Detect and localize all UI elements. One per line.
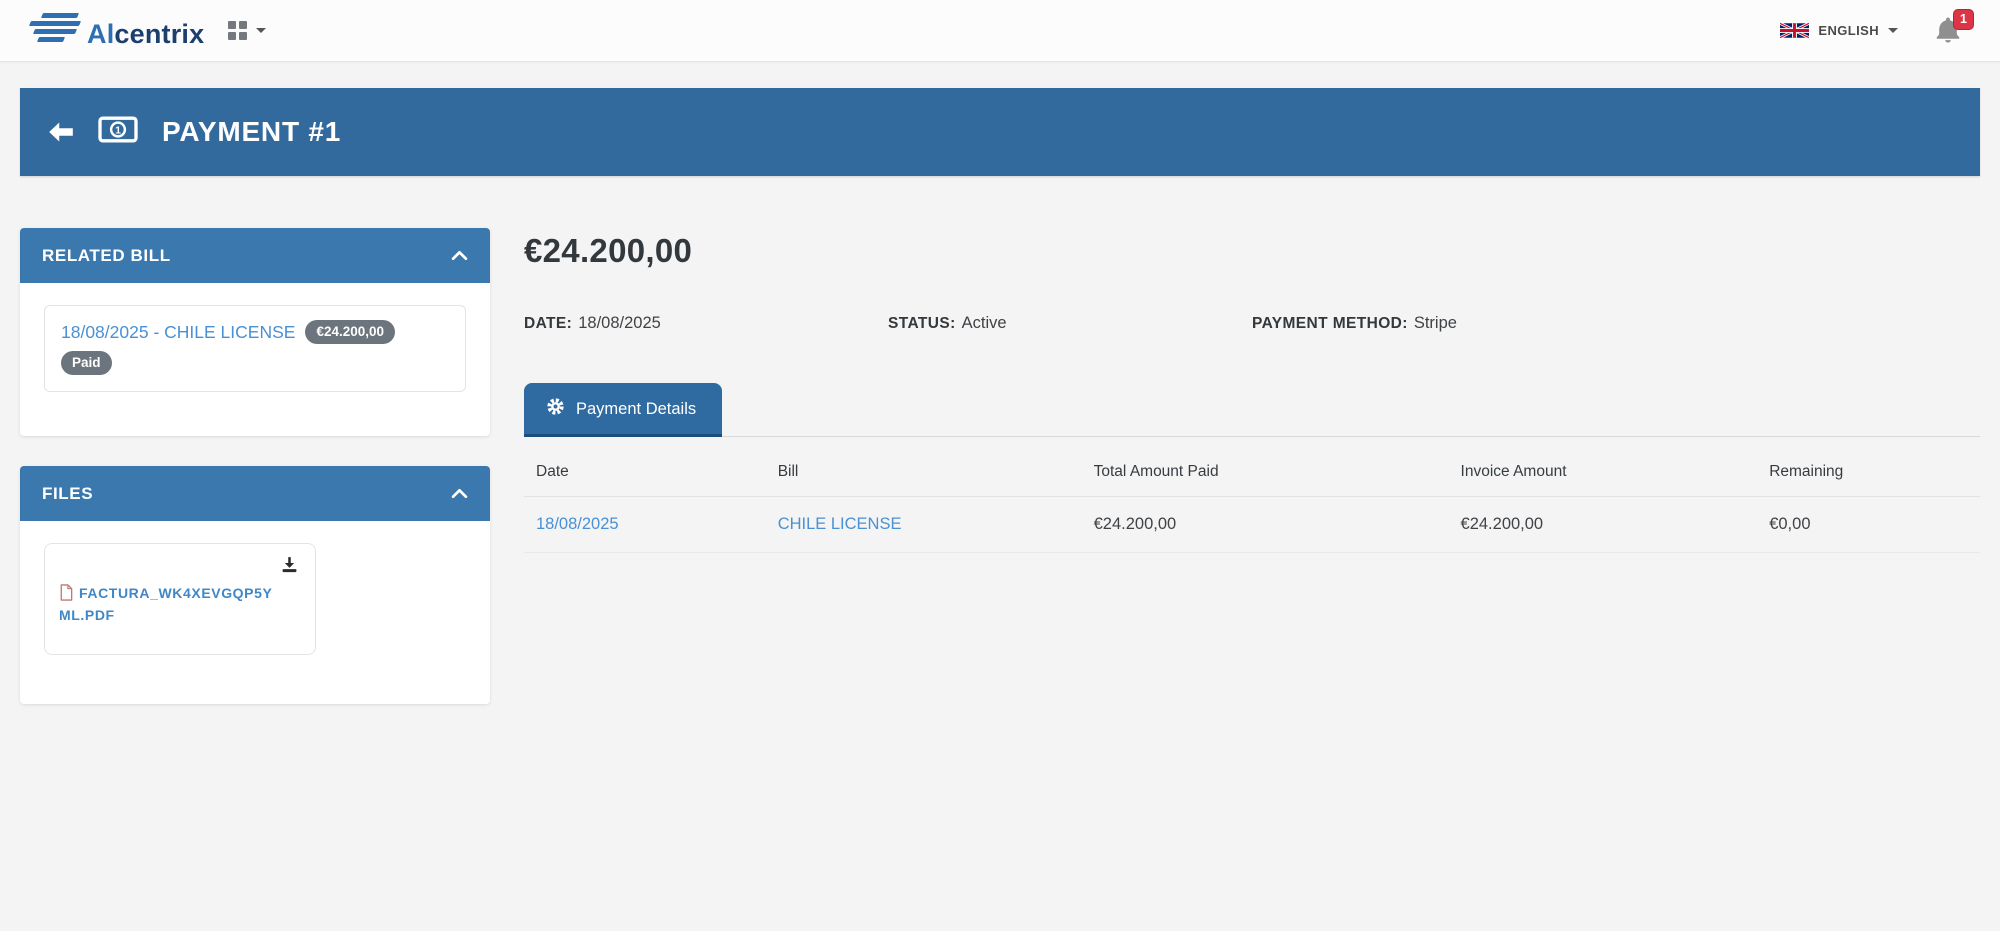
meta-status: STATUS: Active xyxy=(888,314,1252,333)
files-panel-header[interactable]: FILES xyxy=(20,466,490,521)
row-bill-link[interactable]: CHILE LICENSE xyxy=(778,515,902,533)
meta-status-label: STATUS: xyxy=(888,315,956,332)
top-navbar: Alcentrix ENGLISH xyxy=(0,0,2000,62)
bill-status-badge: Paid xyxy=(61,351,112,375)
pdf-file-icon xyxy=(59,584,73,605)
bill-amount-badge: €24.200,00 xyxy=(305,320,395,344)
uk-flag-icon xyxy=(1780,22,1809,39)
download-icon xyxy=(280,556,299,573)
page-title: PAYMENT #1 xyxy=(162,116,341,148)
language-selector[interactable]: ENGLISH xyxy=(1780,22,1898,39)
related-bill-card: 18/08/2025 - CHILE LICENSE €24.200,00 Pa… xyxy=(44,305,466,392)
money-bill-icon: 1 xyxy=(98,116,138,148)
language-label: ENGLISH xyxy=(1818,23,1879,38)
caret-down-icon xyxy=(256,28,266,33)
apps-menu-button[interactable] xyxy=(224,17,270,44)
tab-payment-details-label: Payment Details xyxy=(576,400,696,419)
chevron-up-icon xyxy=(451,246,468,266)
related-bill-panel-header[interactable]: RELATED BILL xyxy=(20,228,490,283)
file-card: FACTURA_WK4XEVGQP5YML.PDF xyxy=(44,543,316,654)
related-bill-panel-title: RELATED BILL xyxy=(42,246,171,266)
download-button[interactable] xyxy=(278,554,301,580)
meta-date: DATE: 18/08/2025 xyxy=(524,314,888,333)
files-panel-title: FILES xyxy=(42,484,93,504)
payment-details-table: Date Bill Total Amount Paid Invoice Amou… xyxy=(524,445,1980,553)
meta-payment-method: PAYMENT METHOD: Stripe xyxy=(1252,314,1616,333)
notifications-button[interactable]: 1 xyxy=(1932,13,1966,49)
meta-date-value: 18/08/2025 xyxy=(578,314,661,332)
row-invoice-amount: €24.200,00 xyxy=(1449,497,1758,553)
table-header-row: Date Bill Total Amount Paid Invoice Amou… xyxy=(524,445,1980,497)
meta-date-label: DATE: xyxy=(524,315,572,332)
column-header-date: Date xyxy=(524,445,766,497)
caret-down-icon xyxy=(1888,28,1898,33)
arrow-left-icon xyxy=(48,121,74,143)
notification-badge: 1 xyxy=(1953,9,1974,30)
table-row: 18/08/2025 CHILE LICENSE €24.200,00 €24.… xyxy=(524,497,1980,553)
back-button[interactable] xyxy=(48,121,74,143)
bell-icon xyxy=(1932,34,1964,51)
tab-bar: Payment Details xyxy=(524,383,1980,437)
main-content: €24.200,00 DATE: 18/08/2025 STATUS: Active… xyxy=(524,228,1980,553)
payment-amount: €24.200,00 xyxy=(524,232,1980,270)
gear-icon xyxy=(546,397,565,421)
column-header-total-amount-paid: Total Amount Paid xyxy=(1082,445,1449,497)
row-remaining: €0,00 xyxy=(1757,497,1980,553)
logo-bars-icon xyxy=(30,13,80,48)
logo[interactable]: Alcentrix xyxy=(30,13,204,48)
file-name-text: FACTURA_WK4XEVGQP5YML.PDF xyxy=(59,585,272,622)
payment-meta-row: DATE: 18/08/2025 STATUS: Active PAYMENT ME… xyxy=(524,314,1980,333)
logo-text: Alcentrix xyxy=(87,21,204,48)
svg-text:1: 1 xyxy=(115,125,121,137)
column-header-remaining: Remaining xyxy=(1757,445,1980,497)
grid-icon xyxy=(228,21,247,40)
files-panel: FILES xyxy=(20,466,490,703)
chevron-up-icon xyxy=(451,484,468,504)
row-date-link[interactable]: 18/08/2025 xyxy=(536,515,619,533)
related-bill-panel: RELATED BILL 18/08/2025 - CHILE LICENSE … xyxy=(20,228,490,436)
page-header: 1 PAYMENT #1 xyxy=(20,88,1980,176)
column-header-bill: Bill xyxy=(766,445,1082,497)
row-total-paid: €24.200,00 xyxy=(1082,497,1449,553)
left-sidebar: RELATED BILL 18/08/2025 - CHILE LICENSE … xyxy=(20,228,490,734)
related-bill-link[interactable]: 18/08/2025 - CHILE LICENSE xyxy=(61,322,295,343)
meta-status-value: Active xyxy=(962,314,1007,332)
meta-payment-method-label: PAYMENT METHOD: xyxy=(1252,315,1408,332)
file-link[interactable]: FACTURA_WK4XEVGQP5YML.PDF xyxy=(59,584,277,623)
column-header-invoice-amount: Invoice Amount xyxy=(1449,445,1758,497)
meta-payment-method-value: Stripe xyxy=(1414,314,1457,332)
tab-payment-details[interactable]: Payment Details xyxy=(524,383,722,437)
